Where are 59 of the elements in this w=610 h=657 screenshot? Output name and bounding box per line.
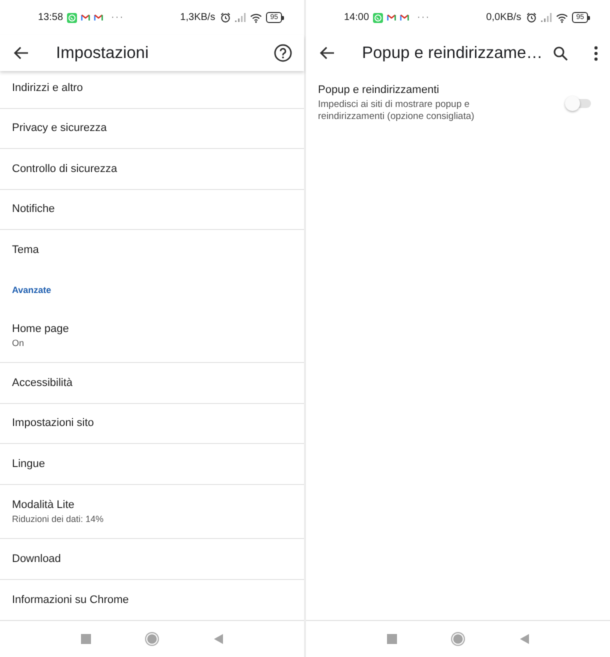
back-arrow-icon[interactable]: [319, 45, 335, 61]
home-icon[interactable]: [451, 632, 465, 646]
item-title: Notifiche: [12, 203, 56, 216]
item-title: Tema: [12, 244, 40, 256]
chat-icon: [67, 12, 78, 22]
wifi-icon: [250, 12, 262, 22]
signal-icon: [541, 13, 552, 22]
item-title: Accessibilità: [12, 376, 74, 389]
item-title: Home page: [12, 322, 70, 335]
toggle-switch[interactable]: [565, 96, 591, 111]
help-icon[interactable]: [274, 44, 292, 62]
settings-item[interactable]: Indirizzi e altro: [0, 71, 304, 108]
home-icon[interactable]: [145, 632, 159, 646]
setting-title: Popup e reindirizzamenti: [318, 84, 440, 96]
alarm-clock-icon: [526, 12, 538, 23]
mail-icon: [94, 14, 104, 21]
back-icon[interactable]: [214, 634, 222, 644]
mail-icon: [81, 14, 90, 21]
item-title: Privacy e sicurezza: [12, 122, 108, 134]
status-time: 14:00: [344, 12, 370, 23]
network-speed: 0,0KB/s: [486, 12, 522, 23]
notification-overflow: ···: [111, 12, 124, 23]
settings-item[interactable]: Modalità Lite Riduzioni dei dati: 14%: [0, 484, 304, 539]
search-icon[interactable]: [553, 46, 568, 60]
network-speed: 1,3KB/s: [180, 12, 216, 23]
more-options-icon[interactable]: [594, 46, 598, 60]
page-title: Popup e reindirizzame…: [362, 44, 544, 62]
mail-icon: [400, 14, 410, 21]
setting-description: Impedisci ai siti di mostrare popup e reindirizzamenti (opzione consigliata): [318, 99, 476, 123]
settings-item[interactable]: Accessibilità: [0, 363, 304, 404]
item-summary: Riduzioni dei dati: 14%: [12, 514, 105, 524]
item-title: Informazioni su Chrome: [12, 594, 130, 606]
settings-item[interactable]: Privacy e sicurezza: [0, 108, 304, 149]
item-title: Modalità Lite: [12, 498, 76, 511]
notification-overflow: ···: [417, 12, 430, 23]
settings-item[interactable]: Download: [0, 539, 304, 580]
status-time: 13:58: [38, 12, 64, 23]
section-header: Avanzate: [11, 284, 52, 296]
settings-item[interactable]: Home page On: [0, 308, 304, 363]
mail-icon: [387, 14, 396, 21]
item-title: Impostazioni sito: [12, 417, 95, 430]
item-title: Download: [12, 552, 62, 565]
settings-item[interactable]: Tema: [0, 230, 304, 270]
settings-item[interactable]: Lingue: [0, 444, 304, 484]
page-title: Impostazioni: [56, 44, 150, 62]
settings-item[interactable]: Notifiche: [0, 190, 304, 230]
back-icon[interactable]: [520, 634, 528, 644]
item-title: Controllo di sicurezza: [12, 162, 118, 175]
wifi-icon: [556, 12, 568, 22]
signal-icon: [235, 13, 246, 22]
settings-item[interactable]: Impostazioni sito: [0, 404, 304, 444]
item-summary: On: [12, 338, 26, 348]
back-arrow-icon[interactable]: [13, 45, 29, 61]
settings-item[interactable]: Informazioni su Chrome: [0, 580, 304, 620]
item-title: Indirizzi e altro: [12, 82, 84, 94]
alarm-clock-icon: [220, 12, 232, 23]
settings-item[interactable]: Controllo di sicurezza: [0, 149, 304, 190]
chat-icon: [373, 12, 384, 22]
item-title: Lingue: [12, 458, 46, 470]
